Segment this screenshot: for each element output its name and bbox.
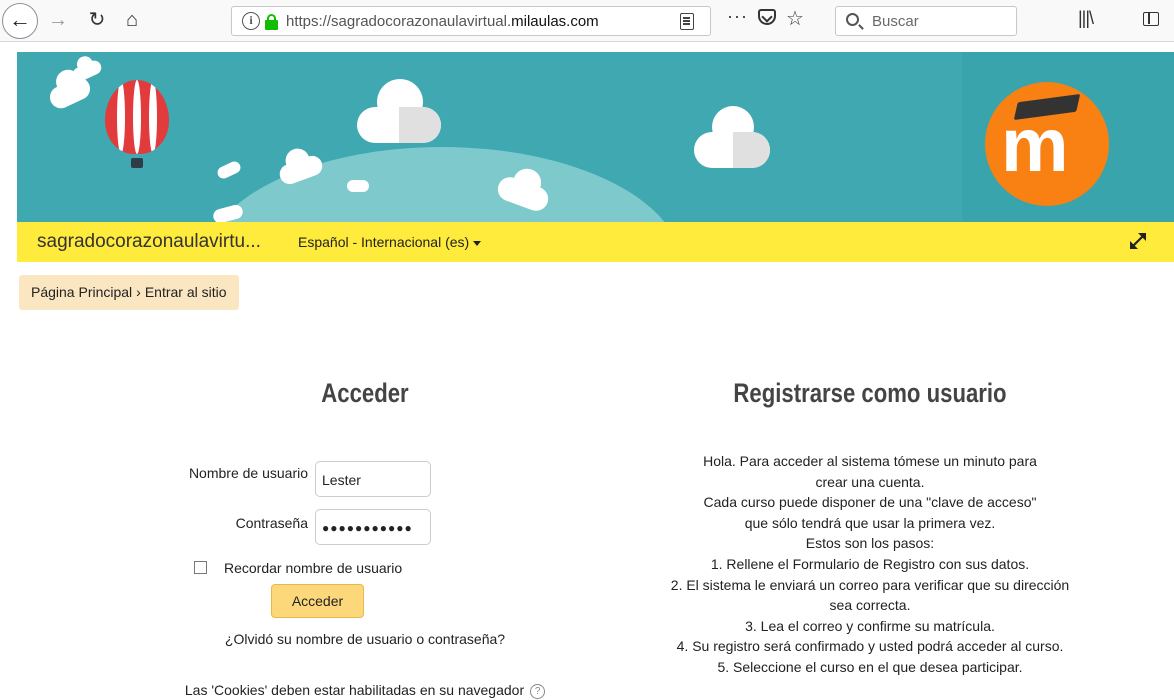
register-instructions: Hola. Para acceder al sistema tómese un …	[600, 451, 1140, 678]
hot-air-balloon-icon	[105, 80, 169, 168]
bookmark-star-icon[interactable]: ☆	[786, 6, 804, 31]
reader-view-icon[interactable]	[680, 13, 694, 30]
browser-toolbar: ← → ↻ ⌂ i https://sagradocorazonaulavirt…	[0, 0, 1174, 42]
cloud-icon	[215, 159, 243, 181]
cloud-icon	[70, 53, 104, 84]
register-line: 4. Su registro será confirmado y usted p…	[676, 638, 1064, 655]
remember-username-checkbox[interactable]	[194, 561, 207, 574]
register-line: 1. Rellene el Formulario de Registro con…	[710, 555, 1030, 572]
moodle-logo[interactable]: m	[985, 82, 1109, 206]
expand-icon[interactable]	[1127, 230, 1149, 252]
username-label: Nombre de usuario	[188, 465, 308, 481]
cloud-icon	[46, 65, 94, 112]
username-field[interactable]: Lester	[315, 461, 431, 497]
cloud-shadow	[399, 107, 441, 143]
breadcrumb-current[interactable]: Entrar al sitio	[145, 284, 227, 300]
pocket-icon[interactable]	[758, 9, 776, 25]
register-line: que sólo tendrá que usar la primera vez.	[744, 514, 996, 531]
register-line: Cada curso puede disponer de una "clave …	[703, 494, 1037, 511]
site-name-link[interactable]: sagradocorazonaulavirtu...	[37, 231, 261, 253]
password-field[interactable]: ●●●●●●●●●●●	[315, 509, 431, 545]
caret-down-icon	[473, 240, 482, 246]
search-input[interactable]: Buscar	[835, 6, 1017, 36]
page-actions-icon[interactable]: ···	[727, 6, 748, 27]
cookies-notice: Las 'Cookies' deben estar habilitadas en…	[165, 682, 565, 699]
reload-icon[interactable]: ↻	[85, 8, 109, 32]
login-heading: Acceder	[321, 378, 409, 408]
breadcrumb-home-link[interactable]: Página Principal	[31, 284, 132, 300]
forgot-password-link[interactable]: ¿Olvidó su nombre de usuario o contraseñ…	[165, 631, 565, 647]
info-icon[interactable]: i	[242, 12, 260, 30]
url-bar[interactable]: i https://sagradocorazonaulavirtual.mila…	[231, 6, 711, 36]
site-navbar: sagradocorazonaulavirtu... Español - Int…	[17, 222, 1174, 262]
breadcrumb: Página Principal › Entrar al sitio	[19, 275, 239, 310]
site-banner: m	[17, 52, 1174, 222]
help-icon[interactable]: ?	[530, 683, 546, 699]
url-text[interactable]: https://sagradocorazonaulavirtual.milaul…	[286, 13, 646, 30]
library-icon[interactable]: |||\	[1078, 8, 1094, 29]
back-icon[interactable]: ←	[2, 3, 38, 39]
login-button[interactable]: Acceder	[271, 584, 364, 618]
lock-icon	[265, 14, 278, 30]
globe-illustration	[202, 147, 682, 222]
language-label: Español - Internacional (es)	[298, 234, 470, 250]
register-line: Estos son los pasos:	[805, 535, 935, 552]
search-placeholder: Buscar	[872, 13, 919, 30]
cloud-icon	[347, 180, 369, 192]
cookies-notice-text: Las 'Cookies' deben estar habilitadas en…	[184, 682, 525, 698]
cloud-shadow	[733, 132, 770, 168]
forward-icon[interactable]: →	[46, 8, 70, 32]
register-heading: Registrarse como usuario	[733, 378, 1007, 408]
register-line: 3. Lea el correo y confirme su matrícula…	[745, 617, 995, 634]
register-line: Hola. Para acceder al sistema tómese un …	[703, 453, 1037, 469]
language-menu[interactable]: Español - Internacional (es)	[298, 234, 482, 250]
register-line: crear una cuenta.	[815, 473, 925, 490]
register-line: 2. El sistema le enviará un correo para …	[670, 576, 1070, 593]
remember-username-label[interactable]: Recordar nombre de usuario	[224, 560, 402, 576]
home-icon[interactable]: ⌂	[120, 8, 144, 32]
password-label: Contraseña	[235, 515, 308, 531]
register-line: sea correcta.	[829, 597, 911, 614]
register-line: 5. Seleccione el curso en el que desea p…	[717, 658, 1023, 675]
sidebar-icon[interactable]	[1143, 12, 1159, 26]
search-icon	[846, 13, 859, 26]
breadcrumb-separator: ›	[136, 284, 141, 300]
